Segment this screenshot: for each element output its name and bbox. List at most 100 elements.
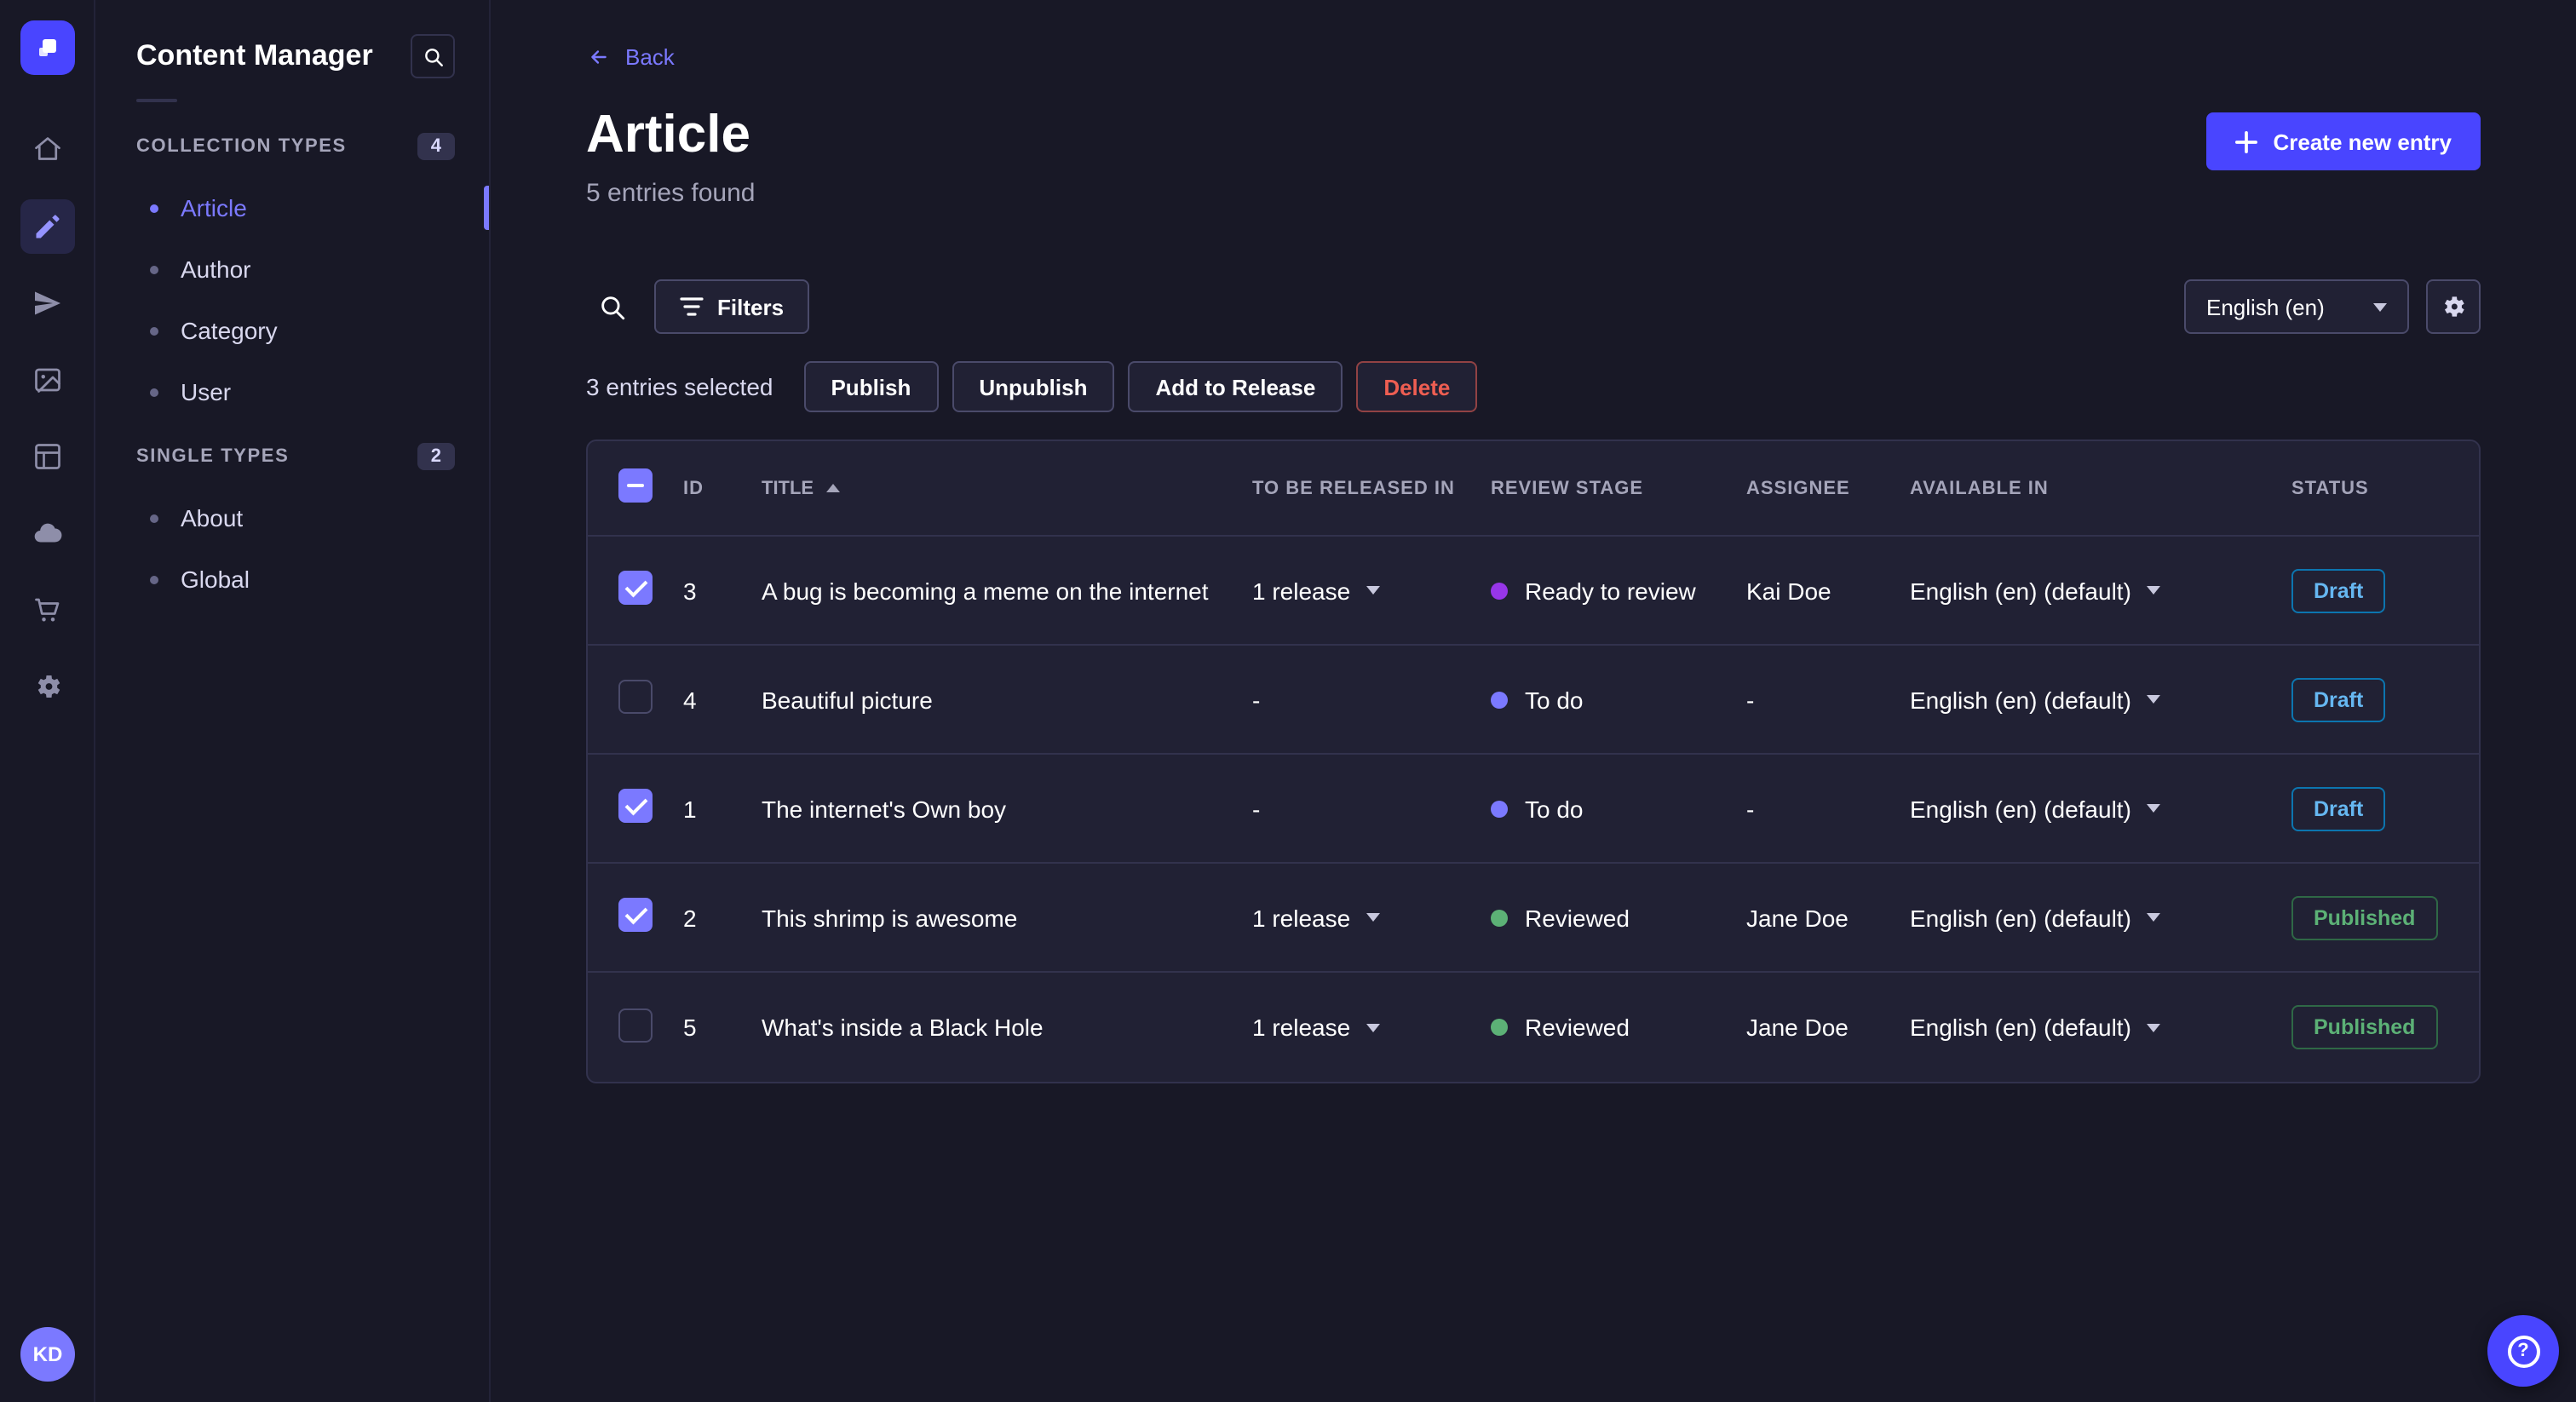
chevron-down-icon xyxy=(2373,302,2387,311)
search-icon[interactable] xyxy=(586,281,637,332)
section-count-badge: 2 xyxy=(417,443,455,470)
main-content: Back Article 5 entries found Create new … xyxy=(491,0,2576,1402)
status-cell: Draft xyxy=(2291,786,2479,830)
back-arrow-icon xyxy=(591,50,607,64)
column-header-title[interactable]: TITLE xyxy=(762,478,840,498)
unpublish-button[interactable]: Unpublish xyxy=(952,361,1115,412)
chevron-down-icon xyxy=(1366,1023,1380,1031)
media-library-icon[interactable] xyxy=(20,353,74,407)
release-cell[interactable]: 1 release xyxy=(1252,1014,1491,1041)
sidebar-item-article[interactable]: Article xyxy=(95,177,489,238)
release-cell[interactable]: - xyxy=(1252,686,1491,713)
entry-title: This shrimp is awesome xyxy=(762,904,1018,931)
home-icon[interactable] xyxy=(20,123,74,177)
entry-id: 5 xyxy=(683,1014,697,1041)
status-badge: Draft xyxy=(2291,786,2386,830)
row-checkbox[interactable] xyxy=(618,789,653,823)
sidebar-search-button[interactable] xyxy=(411,34,455,78)
column-header-id: ID xyxy=(683,478,704,498)
section-count-badge: 4 xyxy=(417,133,455,160)
releases-icon[interactable] xyxy=(20,276,74,330)
column-header-release: TO BE RELEASED IN xyxy=(1252,478,1455,498)
row-checkbox[interactable] xyxy=(618,898,653,932)
locale-cell[interactable]: English (en) (default) xyxy=(1910,904,2291,931)
release-cell[interactable]: - xyxy=(1252,795,1491,822)
stage-dot-icon xyxy=(1491,1019,1508,1036)
back-link[interactable]: Back xyxy=(586,44,675,70)
create-entry-button[interactable]: Create new entry xyxy=(2206,112,2481,170)
table-row[interactable]: 5 What's inside a Black Hole 1 release R… xyxy=(588,973,2479,1082)
sidebar-item-about[interactable]: About xyxy=(95,487,489,549)
locale-cell[interactable]: English (en) (default) xyxy=(1910,1014,2291,1041)
selection-count: 3 entries selected xyxy=(586,373,773,400)
assignee: Jane Doe xyxy=(1746,904,1849,931)
entries-table: ID TITLE TO BE RELEASED IN REVIEW STAGE … xyxy=(586,440,2481,1083)
table-row[interactable]: 4 Beautiful picture - To do - English (e… xyxy=(588,646,2479,755)
column-header-review-stage: REVIEW STAGE xyxy=(1491,478,1644,498)
chevron-down-icon xyxy=(2146,586,2160,595)
view-settings-button[interactable] xyxy=(2426,279,2481,334)
help-button[interactable]: ? xyxy=(2487,1315,2559,1387)
bullet-icon xyxy=(150,388,158,396)
row-checkbox[interactable] xyxy=(618,1008,653,1042)
bullet-icon xyxy=(150,326,158,335)
settings-icon[interactable] xyxy=(20,659,74,714)
locale-cell[interactable]: English (en) (default) xyxy=(1910,686,2291,713)
column-header-available-in: AVAILABLE IN xyxy=(1910,478,2049,498)
locale-select[interactable]: English (en) xyxy=(2184,279,2409,334)
bullet-icon xyxy=(150,265,158,273)
select-all-checkbox[interactable] xyxy=(618,468,653,503)
locale-cell[interactable]: English (en) (default) xyxy=(1910,577,2291,604)
locale-cell[interactable]: English (en) (default) xyxy=(1910,795,2291,822)
sidebar-item-label: User xyxy=(181,378,232,405)
app-window: KD Content Manager COLLECTION TYPES 4 Ar… xyxy=(0,0,2576,1402)
entry-id: 4 xyxy=(683,686,697,713)
status-cell: Published xyxy=(2291,1005,2479,1049)
assignee: - xyxy=(1746,686,1755,713)
entry-title: A bug is becoming a meme on the internet xyxy=(762,577,1209,604)
status-cell: Draft xyxy=(2291,677,2479,721)
review-stage-cell: Ready to review xyxy=(1491,577,1746,604)
review-stage-cell: To do xyxy=(1491,686,1746,713)
release-cell[interactable]: 1 release xyxy=(1252,577,1491,604)
cloud-icon[interactable] xyxy=(20,506,74,560)
question-mark-icon: ? xyxy=(2507,1335,2539,1367)
stage-dot-icon xyxy=(1491,582,1508,599)
table-row[interactable]: 2 This shrimp is awesome 1 release Revie… xyxy=(588,864,2479,973)
delete-button[interactable]: Delete xyxy=(1356,361,1478,412)
row-checkbox[interactable] xyxy=(618,680,653,714)
row-checkbox[interactable] xyxy=(618,571,653,605)
section-label: COLLECTION TYPES xyxy=(136,136,347,157)
sidebar-item-user[interactable]: User xyxy=(95,361,489,422)
sidebar-item-global[interactable]: Global xyxy=(95,549,489,610)
content-manager-icon[interactable] xyxy=(20,199,74,254)
user-avatar[interactable]: KD xyxy=(20,1327,75,1382)
status-badge: Published xyxy=(2291,895,2438,939)
content-type-builder-icon[interactable] xyxy=(20,429,74,484)
release-cell[interactable]: 1 release xyxy=(1252,904,1491,931)
table-row[interactable]: 1 The internet's Own boy - To do - Engli… xyxy=(588,755,2479,864)
stage-dot-icon xyxy=(1491,800,1508,817)
table-row[interactable]: 3 A bug is becoming a meme on the intern… xyxy=(588,537,2479,646)
publish-button[interactable]: Publish xyxy=(803,361,939,412)
chevron-down-icon xyxy=(2146,695,2160,704)
strapi-logo[interactable] xyxy=(20,20,74,75)
sidebar-item-label: Author xyxy=(181,256,251,283)
bullet-icon xyxy=(150,204,158,212)
marketplace-icon[interactable] xyxy=(20,583,74,637)
sidebar-item-category[interactable]: Category xyxy=(95,300,489,361)
sidebar-section: SINGLE TYPES 2 About Global xyxy=(95,443,489,610)
filters-button[interactable]: Filters xyxy=(654,279,810,334)
stage-dot-icon xyxy=(1491,691,1508,708)
plus-icon xyxy=(2235,130,2258,152)
chevron-down-icon xyxy=(2146,913,2160,922)
sidebar-item-author[interactable]: Author xyxy=(95,238,489,300)
status-badge: Draft xyxy=(2291,568,2386,612)
chevron-down-icon xyxy=(1366,586,1380,595)
chevron-down-icon xyxy=(1366,913,1380,922)
content-manager-sidebar: Content Manager COLLECTION TYPES 4 Artic… xyxy=(95,0,491,1402)
sidebar-item-label: Global xyxy=(181,566,250,593)
sidebar-title: Content Manager xyxy=(136,39,373,72)
entry-title: Beautiful picture xyxy=(762,686,933,713)
add-to-release-button[interactable]: Add to Release xyxy=(1128,361,1343,412)
